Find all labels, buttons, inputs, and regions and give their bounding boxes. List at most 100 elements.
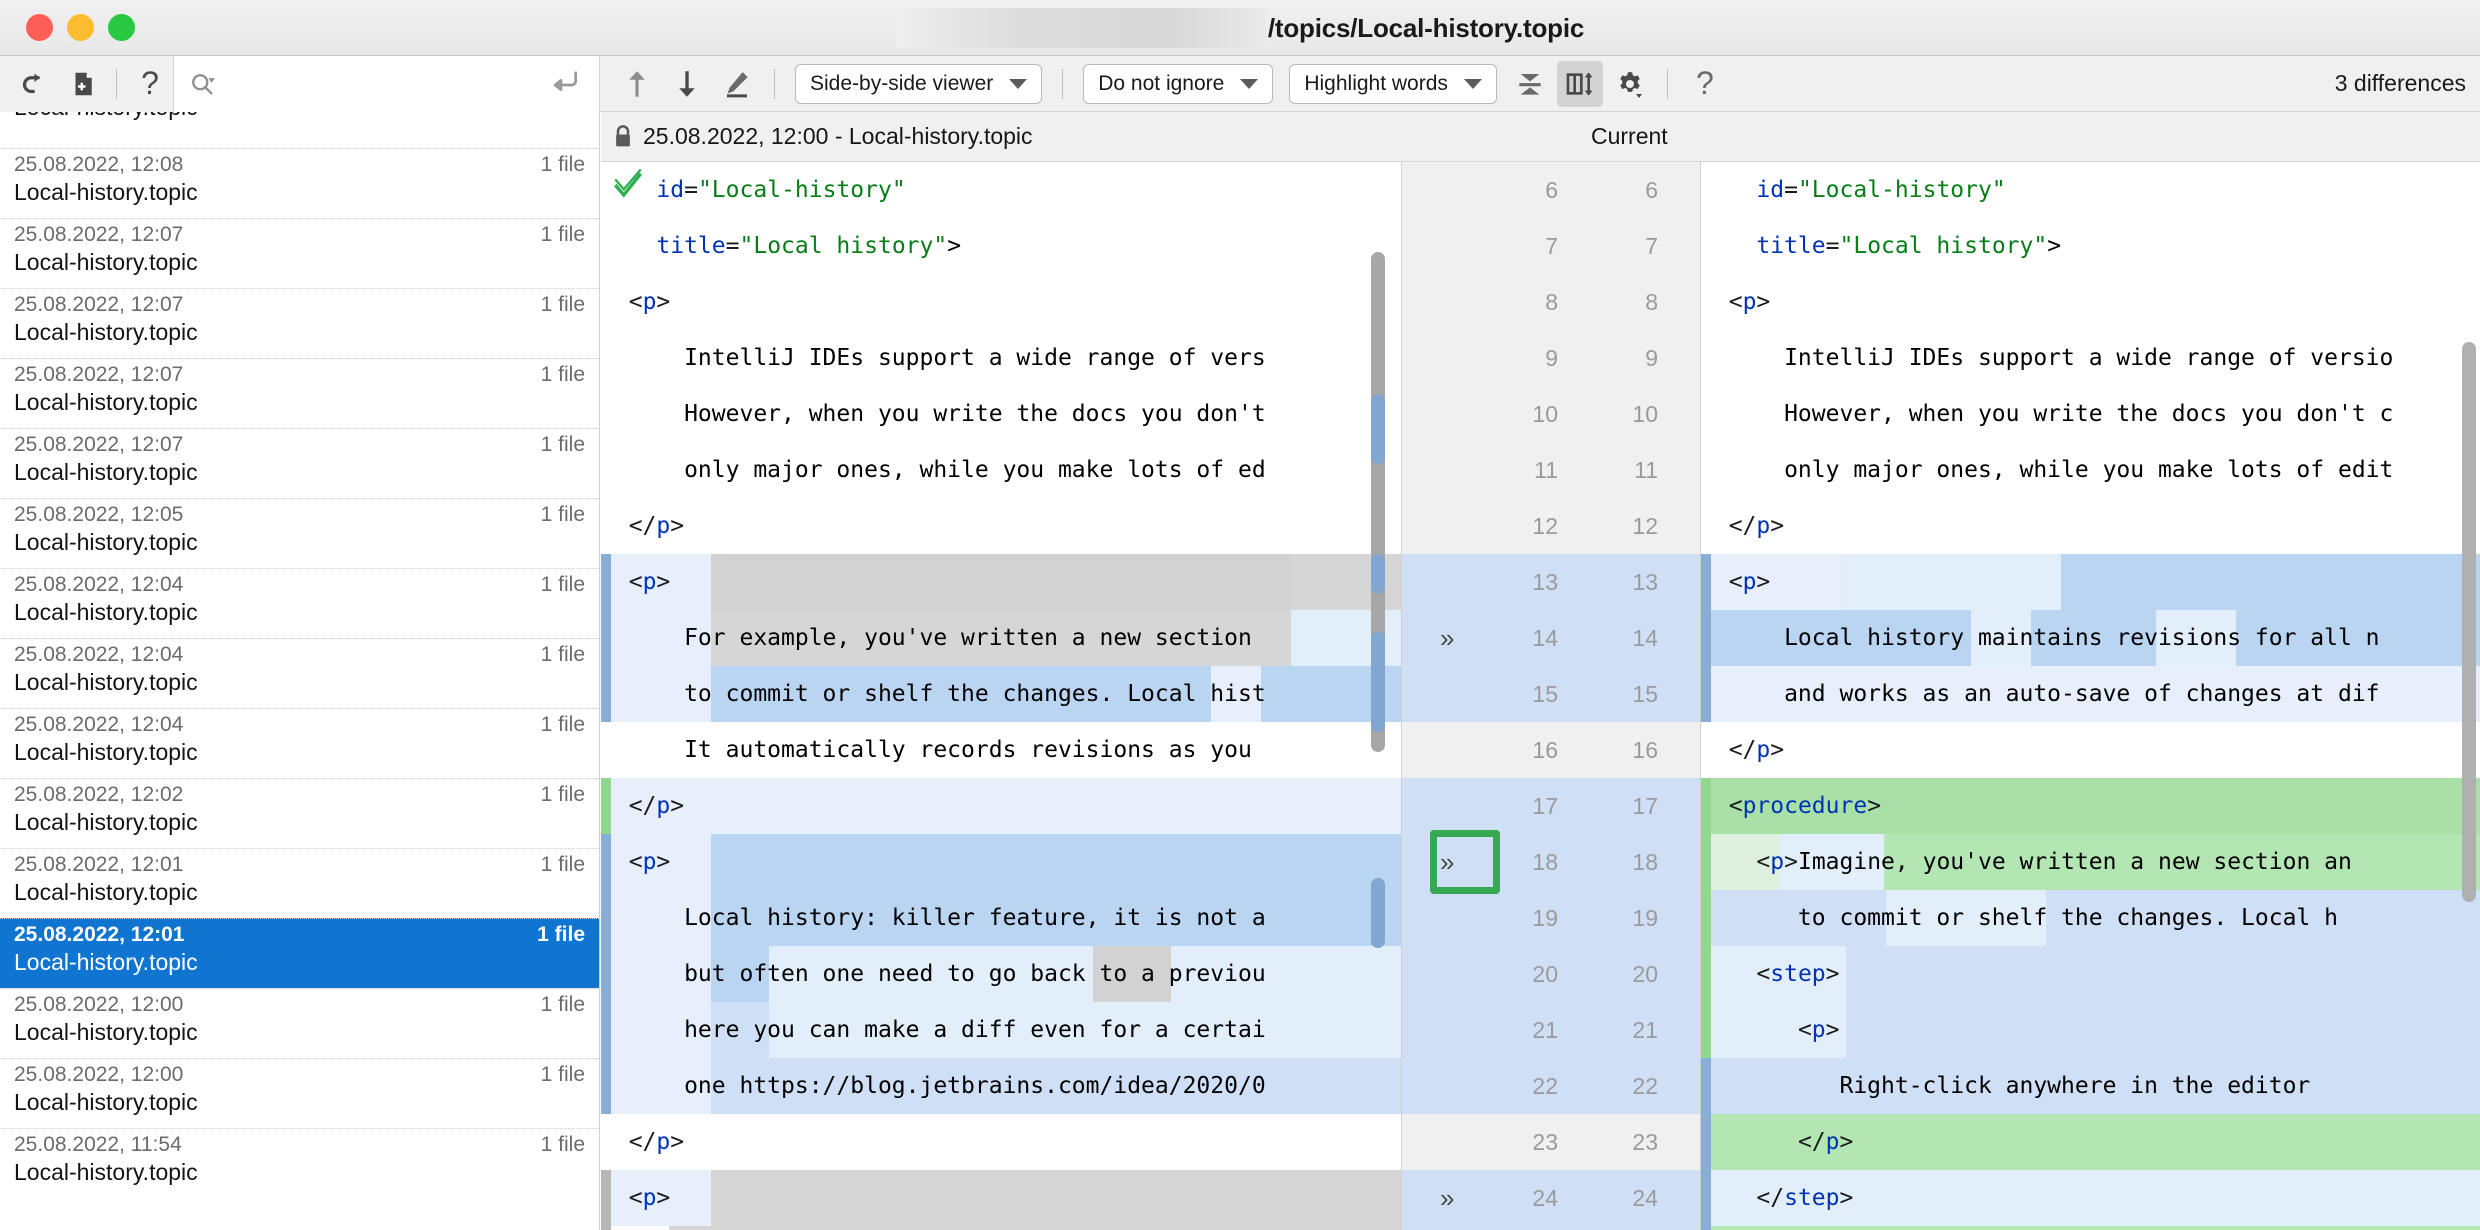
viewer-mode-select[interactable]: Side-by-side viewer [795, 64, 1042, 104]
revision-file-count: 1 file [541, 153, 585, 177]
gutter-row: 2222 [1402, 1058, 1700, 1114]
revision-list-item[interactable]: 25.08.2022, 12:05 1 fileLocal-history.top… [0, 498, 599, 568]
code-line: and works as an auto-save of changes at … [1701, 666, 2480, 722]
revision-list-item[interactable]: 25.08.2022, 12:071 fileLocal-history.top… [0, 218, 599, 288]
gutter-row: »2424 [1402, 1170, 1700, 1226]
highlight-mode-select[interactable]: Highlight words [1289, 64, 1497, 104]
revision-timestamp: 25.08.2022, 12:00 [14, 1063, 183, 1087]
code-line: only major ones, while you make lots of … [601, 442, 1401, 498]
ignore-policy-select[interactable]: Do not ignore [1083, 64, 1273, 104]
wrap-arrow-icon[interactable] [549, 67, 581, 100]
minimize-button[interactable] [67, 14, 94, 41]
left-pane-scrollbar[interactable] [1369, 162, 1387, 1230]
revision-list-item[interactable]: 25.08.2022, 12:041 fileLocal-history.top… [0, 708, 599, 778]
gutter-row: 1515 [1402, 666, 1700, 722]
close-button[interactable] [26, 14, 53, 41]
code-line: For example, you've written a new sectio… [601, 610, 1401, 666]
right-line-number: 6 [1598, 162, 1658, 218]
left-line-number: 21 [1498, 1002, 1558, 1058]
revision-timestamp: 25.08.2022, 12:07 [14, 293, 183, 317]
right-line-number: 7 [1598, 218, 1658, 274]
left-line-number: 23 [1498, 1114, 1558, 1170]
revision-file-count: 1 file [541, 643, 585, 667]
difference-count: 3 differences [2335, 70, 2466, 97]
revision-timestamp: 25.08.2022, 12:05 [14, 503, 183, 527]
align-changes-button[interactable] [1557, 61, 1603, 107]
revision-file-count: 1 file [537, 923, 585, 947]
revision-file-count: 1 file [541, 713, 585, 737]
accept-change-chevron-icon[interactable]: » [1440, 1170, 1454, 1226]
revision-list-item[interactable]: 25.08.2022, 12:001 fileLocal-history.top… [0, 1058, 599, 1128]
undo-arrow-icon [22, 69, 52, 99]
revision-list-item[interactable]: 25.08.2022, 12:071 fileLocal-history.top… [0, 358, 599, 428]
revision-list-item[interactable]: 25.08.2022, 11:541 fileLocal-history.top… [0, 1128, 599, 1198]
right-line-number: 20 [1598, 946, 1658, 1002]
diff-toolbar: Side-by-side viewer Do not ignore Highli… [600, 56, 2480, 112]
chevron-down-icon [1009, 79, 1027, 89]
revision-timestamp: 25.08.2022, 12:01 [14, 853, 183, 877]
right-pane-scrollbar[interactable] [2462, 342, 2476, 902]
right-diff-pane[interactable]: id="Local-history" title="Local history"… [1701, 162, 2480, 1230]
diff-gutter[interactable]: 667788991010111112121313»141415151616171… [1401, 162, 1701, 1230]
left-diff-pane[interactable]: id="Local-history" title="Local history"… [601, 162, 1401, 1230]
left-line-number: 13 [1498, 554, 1558, 610]
revision-timestamp: 25.08.2022, 12:00 [14, 993, 183, 1017]
revision-file-count: 1 file [541, 433, 585, 457]
code-line: one https://blog.jetbrains.com/idea/2020… [601, 1058, 1401, 1114]
accept-change-chevron-icon[interactable]: » [1440, 610, 1454, 666]
left-line-number: 16 [1498, 722, 1558, 778]
question-mark-icon: ? [1696, 65, 1714, 102]
settings-button[interactable] [1607, 61, 1653, 107]
gutter-line-numbers: 667788991010111112121313»141415151616171… [1402, 162, 1700, 1230]
revision-list-item[interactable]: 25.08.2022, 12:011 fileLocal-history.top… [0, 848, 599, 918]
revision-list[interactable]: Local-history.topic25.08.2022, 12:081 fi… [0, 112, 600, 1230]
gutter-row: 1717 [1402, 778, 1700, 834]
collapse-unchanged-fragments-button[interactable] [1507, 61, 1553, 107]
lock-icon [613, 124, 633, 150]
edit-source-button[interactable] [714, 61, 760, 107]
gutter-row: 88 [1402, 274, 1700, 330]
revision-file-name: Local-history.topic [14, 949, 585, 976]
revision-timestamp: 25.08.2022, 12:07 [14, 363, 183, 387]
search-icon [188, 70, 216, 98]
revert-button[interactable] [14, 61, 60, 107]
accept-change-focus-ring[interactable] [1430, 830, 1500, 894]
revision-file-count: 1 file [541, 993, 585, 1017]
previous-difference-button[interactable] [614, 61, 660, 107]
next-difference-button[interactable] [664, 61, 710, 107]
help-button[interactable]: ? [127, 61, 173, 107]
revision-list-item[interactable]: 25.08.2022, 12:001 fileLocal-history.top… [0, 988, 599, 1058]
left-line-number: 24 [1498, 1170, 1558, 1226]
revision-list-item[interactable]: 25.08.2022, 12:011 fileLocal-history.top… [0, 918, 599, 988]
gutter-row: 1212 [1402, 498, 1700, 554]
search-input[interactable] [173, 56, 599, 112]
revision-timestamp: 25.08.2022, 12:02 [14, 783, 183, 807]
create-patch-button[interactable] [60, 61, 106, 107]
left-line-number: 19 [1498, 890, 1558, 946]
diff-help-button[interactable]: ? [1682, 61, 1728, 107]
revision-list-item[interactable]: 25.08.2022, 12:081 fileLocal-history.top… [0, 148, 599, 218]
revision-list-item[interactable]: 25.08.2022, 12:041 fileLocal-history.top… [0, 568, 599, 638]
code-line: IntelliJ IDEs support a wide range of ve… [1701, 330, 2480, 386]
left-revision-label: 25.08.2022, 12:00 - Local-history.topic [613, 123, 1033, 150]
left-line-number: 9 [1498, 330, 1558, 386]
revision-file-count: 1 file [541, 503, 585, 527]
revision-file-name: Local-history.topic [14, 809, 585, 836]
revision-list-item[interactable]: 25.08.2022, 12:021 fileLocal-history.top… [0, 778, 599, 848]
revision-list-item[interactable]: 25.08.2022, 12:071 fileLocal-history.top… [0, 428, 599, 498]
no-changes-check-icon [611, 168, 645, 210]
right-line-number: 19 [1598, 890, 1658, 946]
code-line: </p> [1701, 498, 2480, 554]
revision-list-item[interactable]: Local-history.topic [0, 112, 599, 148]
revision-list-item[interactable]: 25.08.2022, 12:071 fileLocal-history.top… [0, 288, 599, 358]
revision-file-name: Local-history.topic [14, 529, 585, 556]
right-line-number: 14 [1598, 610, 1658, 666]
code-line: It automatically records revisions as yo… [601, 722, 1401, 778]
zoom-button[interactable] [108, 14, 135, 41]
pencil-icon [722, 69, 752, 99]
left-line-number: 22 [1498, 1058, 1558, 1114]
highlight-mode-label: Highlight words [1304, 72, 1448, 96]
gutter-row: 2121 [1402, 1002, 1700, 1058]
revision-list-item[interactable]: 25.08.2022, 12:041 fileLocal-history.top… [0, 638, 599, 708]
code-line: <p> [601, 274, 1401, 330]
